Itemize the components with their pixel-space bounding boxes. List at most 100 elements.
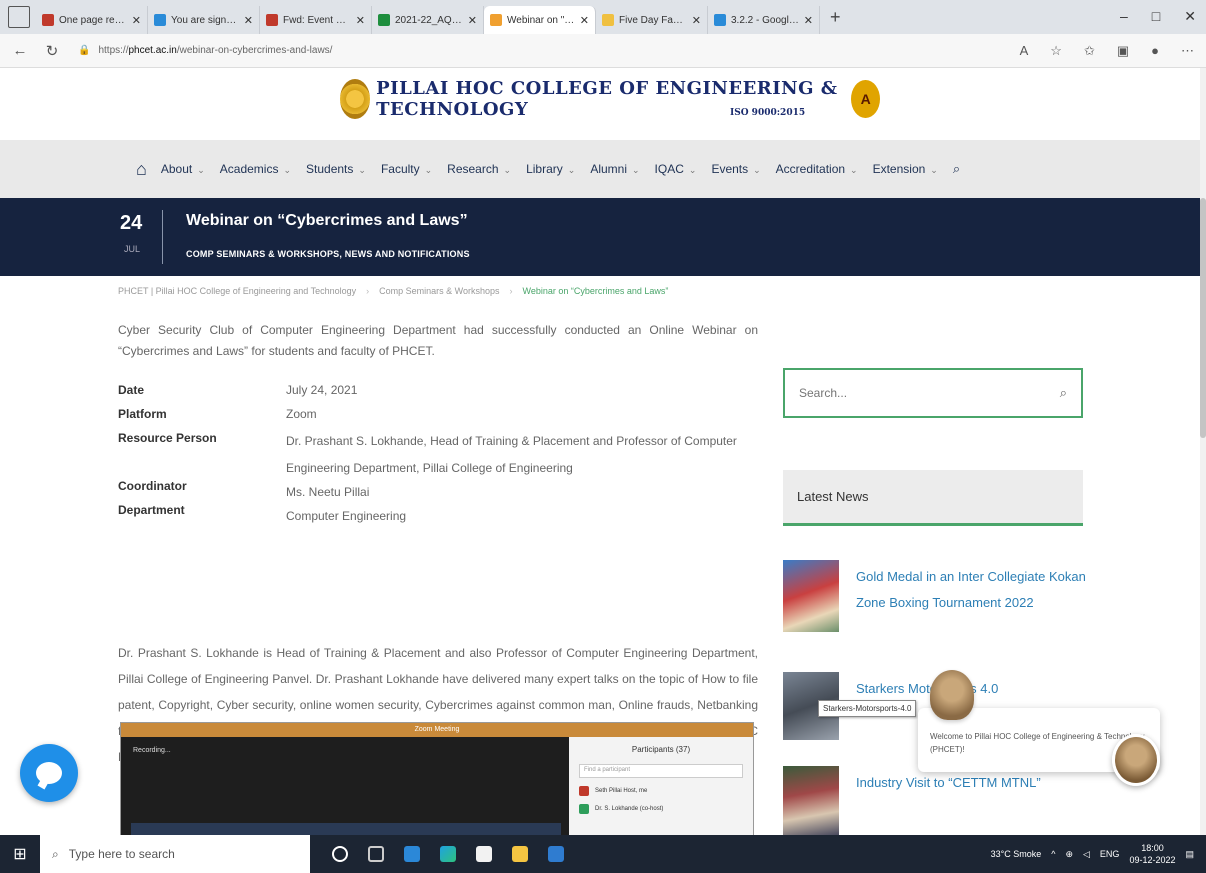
post-month: JUL xyxy=(124,244,141,254)
tab-favicon-icon xyxy=(42,14,54,26)
tab-close-icon[interactable]: ✕ xyxy=(692,14,701,27)
participant-name: Dr. S. Lokhande (co-host) xyxy=(595,806,664,812)
nav-item-label: Library xyxy=(526,162,563,176)
new-tab-button[interactable]: + xyxy=(830,7,841,28)
nav-item[interactable]: About ⌄ xyxy=(161,162,205,176)
task-view-icon[interactable] xyxy=(368,846,384,862)
system-tray: 33°C Smoke ^ ⊕ ◁ ENG 18:00 09-12-2022 ▤ xyxy=(991,835,1194,873)
nav-item-label: Accreditation xyxy=(775,162,846,176)
browser-tab[interactable]: Webinar on "Cybercri ✕ xyxy=(484,6,596,34)
url-path: /webinar-on-cybercrimes-and-laws/ xyxy=(176,45,333,56)
breadcrumb-category[interactable]: Comp Seminars & Workshops xyxy=(379,286,499,296)
tab-close-icon[interactable]: ✕ xyxy=(804,14,813,27)
language-indicator[interactable]: ENG xyxy=(1100,849,1120,859)
post-day: 24 xyxy=(120,212,143,234)
taskbar-apps xyxy=(332,846,564,862)
tray-chevron-icon[interactable]: ^ xyxy=(1051,849,1055,859)
tab-close-icon[interactable]: ✕ xyxy=(356,14,365,27)
meeting-screenshot: Zoom Meeting Recording... Participants (… xyxy=(120,722,754,835)
store-icon[interactable] xyxy=(548,846,564,862)
page-scrollbar[interactable] xyxy=(1200,68,1206,835)
nav-item[interactable]: Faculty ⌄ xyxy=(381,162,432,176)
browser-tab[interactable]: Five Day Faculty Devel ✕ xyxy=(596,6,708,34)
breadcrumb: PHCET | Pillai HOC College of Engineerin… xyxy=(118,286,668,296)
tab-favicon-icon xyxy=(714,14,726,26)
tab-actions-icon[interactable] xyxy=(8,6,30,28)
chatbot-mascot-icon[interactable] xyxy=(930,670,974,720)
detail-value: Dr. Prashant S. Lokhande, Head of Traini… xyxy=(286,434,737,475)
notepad-icon[interactable] xyxy=(476,846,492,862)
chevron-down-icon: ⌄ xyxy=(283,165,292,175)
browser-tab[interactable]: You are signed in as n ✕ xyxy=(148,6,260,34)
chatbot-avatar-icon[interactable] xyxy=(1112,734,1160,786)
browser-tab[interactable]: 3.2.2 - Google Drive ✕ xyxy=(708,6,820,34)
participant-search: Find a participant xyxy=(579,764,743,778)
network-icon[interactable]: ⊕ xyxy=(1065,849,1073,860)
recording-indicator: Recording... xyxy=(133,747,171,754)
clock[interactable]: 18:00 09-12-2022 xyxy=(1129,842,1175,866)
tab-close-icon[interactable]: ✕ xyxy=(244,14,253,27)
search-icon: ⌕ xyxy=(52,846,59,861)
close-window-button[interactable]: ✕ xyxy=(1184,8,1196,25)
chat-button[interactable] xyxy=(20,744,78,802)
windows-start-icon[interactable]: ⊞ xyxy=(0,844,40,864)
more-options-icon[interactable]: ⋯ xyxy=(1181,43,1194,59)
nav-item[interactable]: Accreditation ⌄ xyxy=(776,162,858,176)
tab-favicon-icon xyxy=(602,14,614,26)
vscode-icon[interactable] xyxy=(404,846,420,862)
nav-item[interactable]: Library ⌄ xyxy=(526,162,575,176)
refresh-icon[interactable]: ↻ xyxy=(40,42,64,60)
profile-icon[interactable]: ● xyxy=(1151,43,1159,59)
windows-taskbar: ⊞ ⌕ Type here to search 33°C Smoke ^ ⊕ ◁… xyxy=(0,835,1206,873)
participants-panel: Participants (37) Find a participant Set… xyxy=(569,737,753,835)
collections-icon[interactable]: ▣ xyxy=(1117,43,1129,59)
nav-item[interactable]: Students ⌄ xyxy=(306,162,366,176)
detail-value: Zoom xyxy=(286,407,317,421)
back-icon[interactable]: ← xyxy=(8,42,32,59)
tab-close-icon[interactable]: ✕ xyxy=(468,14,477,27)
read-aloud-icon[interactable]: A xyxy=(1020,43,1029,59)
browser-toolbar-icons: A ☆ ✩ ▣ ● ⋯ xyxy=(1020,43,1194,59)
taskbar-search[interactable]: ⌕ Type here to search xyxy=(40,835,310,873)
nav-item[interactable]: Extension ⌄ xyxy=(873,162,938,176)
news-thumbnail[interactable] xyxy=(783,560,839,632)
news-title[interactable]: Industry Visit to “CETTM MTNL” xyxy=(856,770,1086,796)
browser-tab[interactable]: Fwd: Event Reports fo ✕ xyxy=(260,6,372,34)
nav-item[interactable]: Research ⌄ xyxy=(447,162,511,176)
nav-item[interactable]: Alumni ⌄ xyxy=(590,162,639,176)
cortana-icon[interactable] xyxy=(332,846,348,862)
nav-item[interactable]: Academics ⌄ xyxy=(220,162,291,176)
tab-close-icon[interactable]: ✕ xyxy=(580,14,589,27)
college-logo[interactable]: PILLAI HOC COLLEGE OF ENGINEERING & TECH… xyxy=(340,68,880,130)
post-categories[interactable]: COMP SEMINARS & WORKSHOPS, NEWS AND NOTI… xyxy=(186,249,470,259)
minimize-button[interactable]: – xyxy=(1120,8,1128,25)
maximize-button[interactable]: □ xyxy=(1152,8,1160,25)
home-icon[interactable]: ⌂ xyxy=(136,159,147,180)
url-field[interactable]: 🔒 https://phcet.ac.in/webinar-on-cybercr… xyxy=(78,45,332,56)
news-thumbnail[interactable] xyxy=(783,766,839,835)
nav-item[interactable]: IQAC ⌄ xyxy=(655,162,697,176)
edge-icon[interactable] xyxy=(440,846,456,862)
scrollbar-thumb[interactable] xyxy=(1200,198,1206,438)
file-explorer-icon[interactable] xyxy=(512,846,528,862)
sidebar-search-input[interactable] xyxy=(799,386,1060,400)
volume-icon[interactable]: ◁ xyxy=(1083,849,1090,860)
iso-certification: ISO 9000:2015 xyxy=(730,108,806,118)
weather-widget[interactable]: 33°C Smoke xyxy=(991,849,1042,859)
notifications-icon[interactable]: ▤ xyxy=(1185,849,1194,860)
browser-tab[interactable]: One page report - Alki ✕ xyxy=(36,6,148,34)
search-icon[interactable]: ⌕ xyxy=(1060,385,1067,401)
news-title[interactable]: Gold Medal in an Inter Collegiate Kokan … xyxy=(856,564,1086,616)
nav-item-label: Students xyxy=(306,162,354,176)
tab-label: Webinar on "Cybercri xyxy=(507,14,576,26)
clock-time: 18:00 xyxy=(1141,843,1164,853)
breadcrumb-home[interactable]: PHCET | Pillai HOC College of Engineerin… xyxy=(118,286,356,296)
nav-search-icon[interactable]: ⌕ xyxy=(953,161,960,177)
nav-item-label: Research xyxy=(447,162,499,176)
favorite-icon[interactable]: ☆ xyxy=(1050,43,1062,59)
tab-close-icon[interactable]: ✕ xyxy=(132,14,141,27)
favorites-bar-icon[interactable]: ✩ xyxy=(1084,43,1095,59)
nav-item-label: Alumni xyxy=(590,162,627,176)
nav-item[interactable]: Events ⌄ xyxy=(711,162,760,176)
browser-tab[interactable]: 2021-22_AQAR.xlsx - G ✕ xyxy=(372,6,484,34)
